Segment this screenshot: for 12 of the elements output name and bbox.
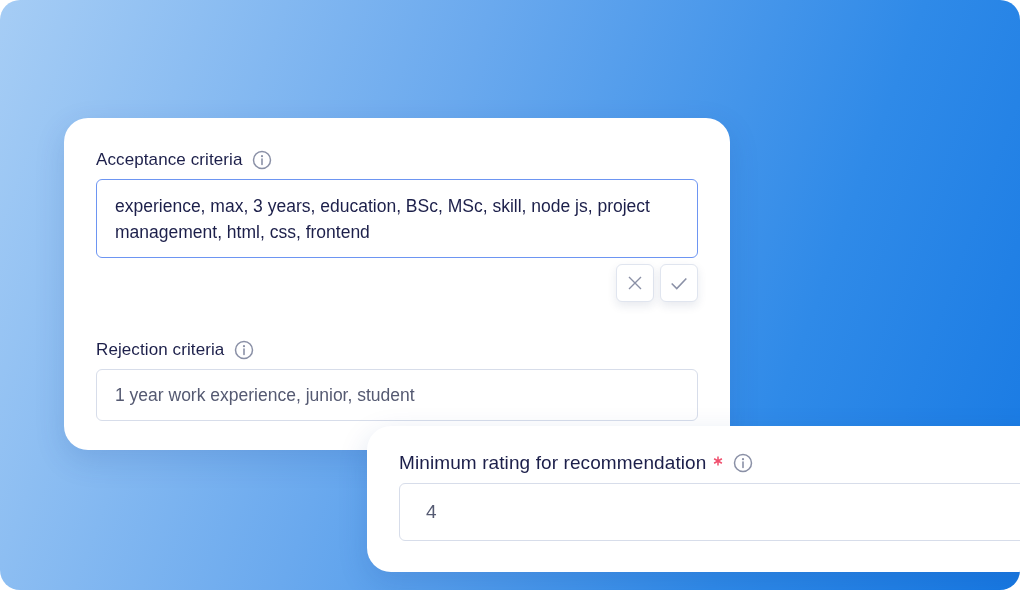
- info-icon[interactable]: [234, 340, 255, 360]
- close-icon: [627, 275, 643, 291]
- field-label: Minimum rating for recommendation: [399, 452, 707, 474]
- cancel-button[interactable]: [616, 264, 654, 302]
- confirm-button[interactable]: [660, 264, 698, 302]
- number-field[interactable]: 4: [399, 483, 1020, 541]
- field-label: Rejection criteria: [96, 340, 225, 360]
- info-icon[interactable]: [252, 150, 273, 170]
- field-label: Acceptance criteria: [96, 150, 243, 170]
- text-field[interactable]: 1 year work experience, junior, student: [96, 369, 698, 421]
- info-icon[interactable]: [733, 453, 754, 473]
- text-area[interactable]: experience, max, 3 years, education, BSc, MSc, skill, node js, project management, html, css, frontend: [96, 179, 698, 258]
